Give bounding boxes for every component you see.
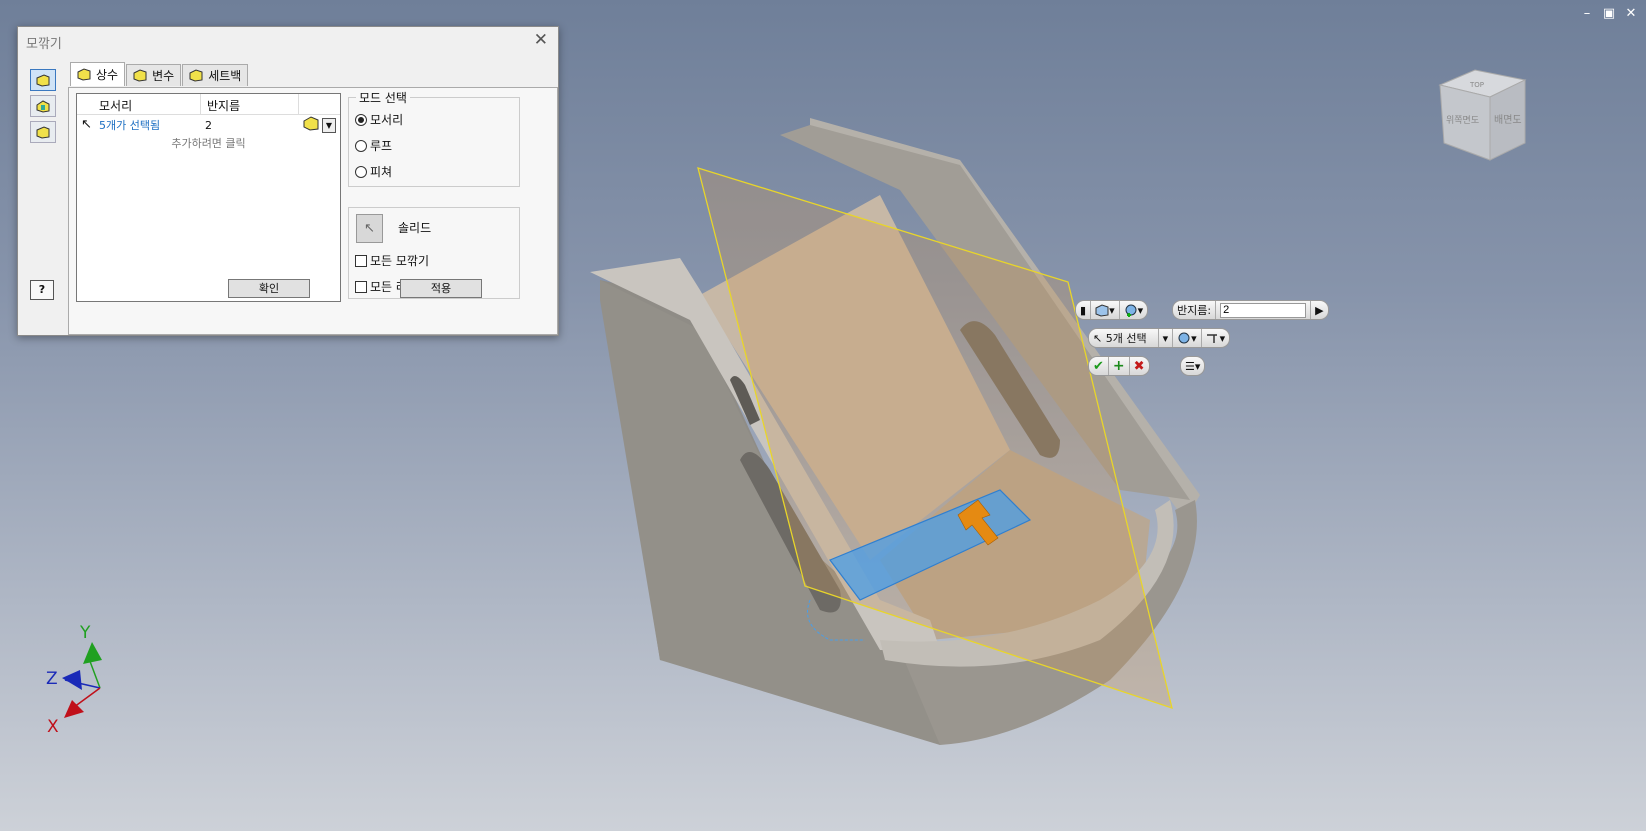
radio-feature[interactable]: 피쳐 — [355, 163, 392, 180]
select-mode-dropdown[interactable]: ▾ — [1120, 301, 1148, 319]
edge-select-button[interactable]: ↖ 5개 선택 — [1089, 329, 1159, 347]
x-icon: ✖ — [1133, 358, 1145, 374]
check-icon: ✔ — [1093, 358, 1104, 374]
add-row-hint[interactable]: 추가하려면 클릭 — [77, 135, 340, 151]
viewcube[interactable]: TOP 위쪽면도 배면도 — [1430, 65, 1540, 175]
apply-plus-button[interactable]: + — [1109, 357, 1130, 375]
setback-tab-icon — [189, 69, 203, 82]
radius-field-group: 반지름: ▶ — [1172, 300, 1329, 320]
edge-select-icon[interactable] — [303, 116, 319, 131]
help-button[interactable]: ? — [30, 280, 54, 300]
ok-button[interactable]: 확인 — [228, 279, 310, 298]
select-dropdown[interactable]: ▾ — [1159, 329, 1174, 347]
tab-constant-label: 상수 — [96, 68, 119, 82]
y-axis-label: Y — [79, 623, 91, 643]
viewcube-front-label: 위쪽면도 — [1446, 115, 1479, 126]
fillet-dialog: 모깎기 ✕ ? 상수 변수 세트백 모서리 반지름 ↖ 5개가 선택됨 2 ▼ … — [17, 26, 559, 336]
all-fillets-label: 모든 모깎기 — [370, 254, 430, 268]
dialog-close-button[interactable]: ✕ — [534, 30, 548, 50]
tab-setback-label: 세트백 — [208, 69, 242, 83]
radio-feature-label: 피쳐 — [370, 165, 393, 179]
solid-select-button[interactable]: ↖ — [356, 214, 383, 243]
viewcube-top-label: TOP — [1469, 81, 1484, 89]
tab-constant[interactable]: 상수 — [70, 62, 126, 86]
col-edge-header: 모서리 — [77, 94, 201, 114]
toolbar-grip[interactable]: ▮ — [1076, 301, 1092, 319]
checkbox-box — [355, 280, 367, 293]
axis-triad: Y Z X — [46, 623, 102, 737]
radio-dot — [355, 165, 367, 178]
radius-input[interactable] — [1220, 302, 1307, 318]
cancel-x-button[interactable]: ✖ — [1130, 357, 1149, 375]
ok-check-button[interactable]: ✔ — [1089, 357, 1109, 375]
radius-input-wrap — [1216, 301, 1312, 319]
plus-icon: + — [1112, 358, 1125, 374]
pointer-icon: ↖ — [81, 117, 92, 132]
options-menu-button[interactable]: ☰▾ — [1180, 356, 1206, 376]
dialog-title: 모깎기 — [26, 37, 62, 52]
cube-icon — [1095, 303, 1109, 317]
radio-dot — [355, 139, 367, 152]
table-row[interactable]: ↖ 5개가 선택됨 2 ▼ — [77, 115, 340, 135]
mode-select-title: 모드 선택 — [356, 89, 410, 106]
loop-select-dropdown[interactable]: ▾ — [1173, 329, 1202, 347]
all-fillets-checkbox[interactable]: 모든 모깎기 — [355, 252, 429, 269]
mini-toolbar-row1: ▮ ▾ ▾ — [1075, 300, 1149, 320]
select-count-label: 5개 선택 — [1105, 332, 1147, 345]
loop-icon — [1178, 332, 1190, 343]
checkbox-box — [355, 254, 367, 267]
tab-variable-label: 변수 — [152, 69, 175, 83]
edge-fillet-icon — [36, 74, 50, 87]
variable-tab-icon — [133, 69, 147, 82]
x-axis-label: X — [47, 717, 59, 737]
apply-button[interactable]: 적용 — [400, 279, 482, 298]
table-header: 모서리 반지름 — [77, 94, 340, 115]
constant-tab-icon — [77, 68, 91, 81]
chevron-down-icon[interactable]: ▼ — [322, 118, 336, 133]
feature-select-dropdown[interactable]: ▾ — [1202, 329, 1230, 347]
y-axis-cone — [83, 642, 102, 664]
solid-label: 솔리드 — [398, 221, 432, 235]
viewcube-right-label: 배면도 — [1494, 114, 1522, 126]
radio-edge-label: 모서리 — [370, 113, 404, 127]
list-menu-icon: ☰▾ — [1185, 359, 1201, 373]
radio-edge[interactable]: 모서리 — [355, 111, 403, 128]
selected-edges-cell[interactable]: 5개가 선택됨 — [99, 117, 160, 133]
full-round-icon — [36, 126, 50, 139]
mini-toolbar-row3: ✔ + ✖ — [1088, 356, 1150, 376]
dialog-tabs: 상수 변수 세트백 — [70, 62, 249, 86]
tab-setback[interactable]: 세트백 — [182, 64, 249, 86]
globe-add-icon — [1125, 304, 1137, 317]
col-radius-header: 반지름 — [201, 94, 299, 114]
fillet-type-dropdown[interactable]: ▾ — [1091, 301, 1120, 319]
mini-toolbar-row2: ↖ 5개 선택 ▾ ▾ ▾ — [1088, 328, 1231, 348]
fillet-type-buttons — [30, 69, 58, 147]
edge-fillet-button[interactable] — [30, 69, 56, 91]
radio-loop[interactable]: 루프 — [355, 137, 392, 154]
radio-loop-label: 루프 — [370, 139, 393, 153]
play-arrow-icon[interactable]: ▶ — [1311, 301, 1327, 319]
face-fillet-button[interactable] — [30, 95, 56, 117]
edge-radius-table: 모서리 반지름 ↖ 5개가 선택됨 2 ▼ 추가하려면 클릭 — [76, 93, 341, 302]
full-round-fillet-button[interactable] — [30, 121, 56, 143]
feature-icon — [1206, 333, 1217, 343]
radio-dot — [355, 113, 367, 126]
z-axis-label: Z — [46, 669, 58, 689]
radius-label: 반지름: — [1173, 301, 1217, 319]
radius-cell[interactable]: 2 — [205, 119, 212, 132]
face-fillet-icon — [36, 100, 50, 113]
tab-variable[interactable]: 변수 — [126, 64, 182, 86]
